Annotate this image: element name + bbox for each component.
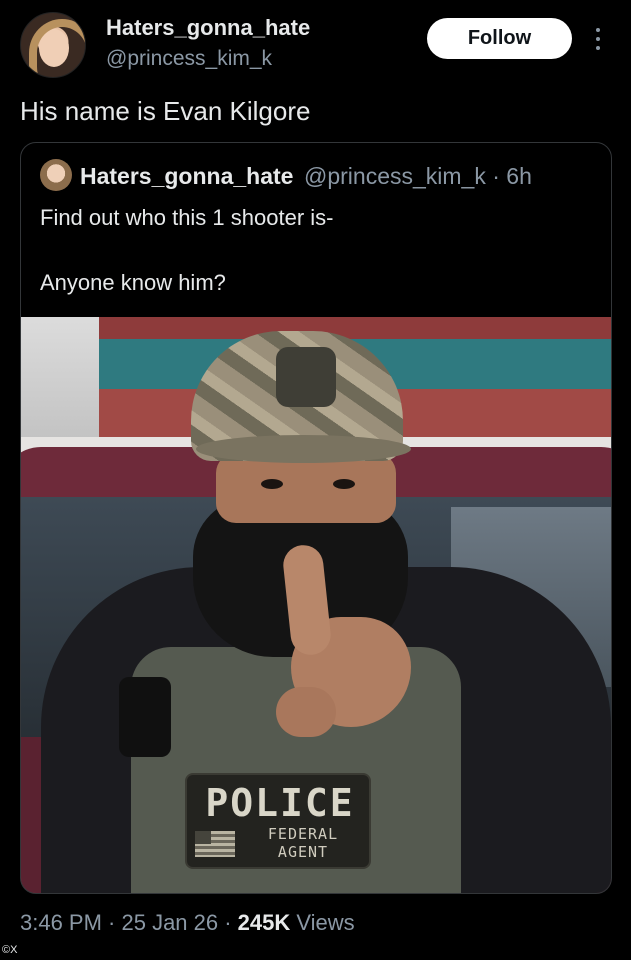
- photo-wall: [99, 317, 611, 339]
- follow-button[interactable]: Follow: [427, 18, 572, 59]
- quoted-tweet[interactable]: Haters_gonna_hate @princess_kim_k · 6h F…: [20, 142, 612, 894]
- quoted-text-line1: Find out who this 1 shooter is-: [40, 205, 334, 230]
- view-count: 245K: [237, 910, 291, 935]
- photo-police-patch: POLICE FEDERAL AGENT: [185, 773, 371, 869]
- views-label: Views: [290, 910, 355, 935]
- tweet-header: Haters_gonna_hate @princess_kim_k Follow: [0, 0, 631, 90]
- quoted-handle-time: @princess_kim_k · 6h: [304, 163, 532, 189]
- quoted-photo[interactable]: POLICE FEDERAL AGENT: [21, 317, 611, 893]
- photo-thumb: [276, 687, 336, 737]
- tweet-time-date[interactable]: 3:46 PM · 25 Jan 26 ·: [20, 910, 238, 935]
- more-dot: [596, 37, 600, 41]
- more-dot: [596, 46, 600, 50]
- photo-cap-badge: [276, 347, 336, 407]
- photo-cap-brim: [196, 435, 411, 463]
- tweet-text: His name is Evan Kilgore: [20, 96, 311, 126]
- patch-police-text: POLICE: [205, 781, 355, 825]
- avatar[interactable]: [20, 12, 86, 78]
- quoted-avatar[interactable]: [40, 159, 72, 191]
- quoted-text-line2: Anyone know him?: [40, 270, 226, 295]
- more-vertical-icon[interactable]: [590, 24, 606, 54]
- user-handle[interactable]: @princess_kim_k: [106, 47, 272, 71]
- quoted-display-name[interactable]: Haters_gonna_hate: [80, 163, 293, 190]
- photo-eye-right: [333, 479, 355, 489]
- photo-radio: [119, 677, 171, 757]
- more-dot: [596, 28, 600, 32]
- patch-federal-agent-text: FEDERAL AGENT: [267, 825, 339, 861]
- photo-face: [216, 453, 396, 523]
- flag-icon: [195, 831, 235, 857]
- display-name[interactable]: Haters_gonna_hate: [106, 15, 310, 41]
- x-watermark: ©X: [2, 944, 18, 956]
- tweet-meta: 3:46 PM · 25 Jan 26 · 245K Views: [20, 910, 355, 936]
- photo-eye-left: [261, 479, 283, 489]
